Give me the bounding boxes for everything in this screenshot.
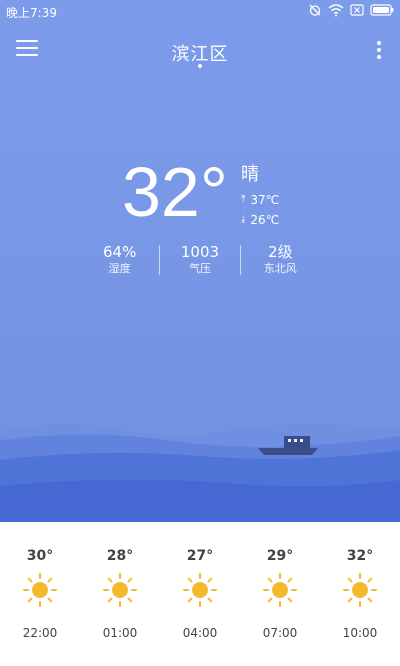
sun-icon [183, 573, 217, 607]
forecast-temp: 32° [346, 548, 374, 564]
low-temp-row: ⤓ 26℃ [241, 210, 279, 230]
forecast-time: 07:00 [262, 626, 298, 640]
high-temp-row: ⤒ 37℃ [241, 190, 279, 210]
stat-label: 东北风 [263, 262, 297, 275]
forecast-time: 01:00 [102, 626, 138, 640]
sim-icon [350, 4, 364, 16]
high-low-temperatures: ⤒ 37℃ ⤓ 26℃ [241, 190, 279, 230]
forecast-temp: 30° [26, 548, 54, 564]
stat-value: 1003 [180, 243, 220, 261]
stat-label: 气压 [188, 262, 211, 275]
sun-icon [343, 573, 377, 607]
forecast-item: 29° 07:00 [240, 522, 320, 666]
alarm-off-icon [309, 4, 321, 16]
more-vert-icon[interactable] [374, 41, 384, 61]
wifi-icon [328, 3, 344, 16]
forecast-time: 04:00 [182, 626, 218, 640]
city-title[interactable]: 滨江区 [0, 40, 400, 66]
status-icons [308, 3, 394, 17]
arrow-down-icon: ⤓ [241, 214, 246, 225]
weather-condition: 晴 [241, 164, 259, 185]
forecast-item: 27° 04:00 [160, 522, 240, 666]
stat-humidity: 64% 湿度 [80, 242, 159, 278]
status-time: 晚上7:39 [6, 6, 57, 20]
page-indicator-dot [198, 64, 202, 68]
top-bar: 滨江区 [0, 30, 400, 74]
battery-icon [370, 4, 394, 16]
stat-pressure: 1003 气压 [160, 242, 239, 278]
forecast-temp: 28° [106, 548, 134, 564]
weather-screen: 晚上7:39 滨江区 32° 晴 ⤒ 37℃ ⤓ 26℃ 64% 湿度 1003… [0, 0, 400, 666]
forecast-item: 30° 22:00 [0, 522, 80, 666]
sky-background: 晚上7:39 滨江区 32° 晴 ⤒ 37℃ ⤓ 26℃ 64% 湿度 1003… [0, 0, 400, 522]
forecast-item: 28° 01:00 [80, 522, 160, 666]
low-temp: 26℃ [250, 213, 280, 227]
arrow-up-icon: ⤒ [241, 194, 246, 205]
current-temperature: 32° [122, 153, 228, 231]
forecast-temp: 29° [266, 548, 294, 564]
stat-value: 2级 [268, 243, 293, 261]
sea-waves-illustration [0, 424, 400, 522]
stat-value: 64% [102, 243, 137, 261]
weather-stats: 64% 湿度 1003 气压 2级 东北风 [80, 242, 320, 278]
sun-icon [103, 573, 137, 607]
sun-icon [263, 573, 297, 607]
forecast-time: 22:00 [22, 626, 58, 640]
stat-wind: 2级 东北风 [241, 242, 320, 278]
status-bar: 晚上7:39 [0, 0, 400, 22]
stat-label: 湿度 [108, 262, 131, 275]
hourly-forecast[interactable]: 30° 22:00 28° 01:00 27° 04:00 29° 07:00 … [0, 522, 400, 666]
high-temp: 37℃ [250, 193, 280, 207]
forecast-item: 32° 10:00 [320, 522, 400, 666]
forecast-temp: 27° [186, 548, 214, 564]
forecast-time: 10:00 [342, 626, 378, 640]
sun-icon [23, 573, 57, 607]
